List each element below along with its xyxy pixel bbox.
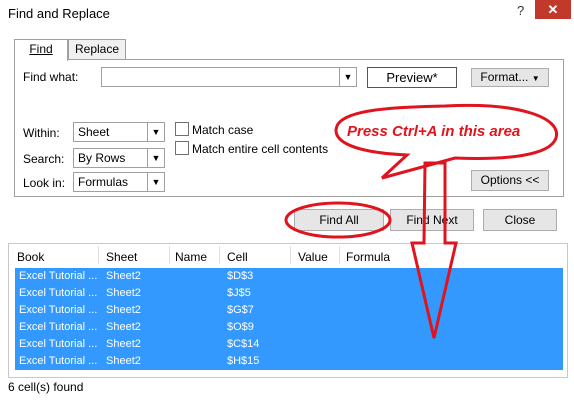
preview-box: Preview* [367,67,457,88]
column-divider [290,246,291,264]
options-button[interactable]: Options << [471,170,549,191]
preview-label: Preview* [386,70,438,85]
close-icon[interactable]: ✕ [535,0,571,19]
find-all-label: Find All [319,213,359,227]
tab-replace[interactable]: Replace [68,39,126,60]
results-list[interactable]: Book Sheet Name Cell Value Formula Excel… [8,243,568,378]
chevron-down-icon[interactable]: ▼ [339,68,356,86]
cell-book: Excel Tutorial ... [19,270,98,282]
format-button[interactable]: Format... ▼ [471,68,549,87]
column-header-cell[interactable]: Cell [227,250,248,264]
cell-book: Excel Tutorial ... [19,338,98,350]
table-row[interactable]: Excel Tutorial ... Sheet2 $C$14 [15,336,563,353]
lookin-value: Formulas [78,175,129,189]
close-label: Close [504,213,536,227]
table-row[interactable]: Excel Tutorial ... Sheet2 $J$5 [15,285,563,302]
table-row[interactable]: Excel Tutorial ... Sheet2 $D$3 [15,268,563,285]
close-button[interactable]: Close [483,209,557,231]
chevron-down-icon[interactable]: ▼ [147,149,164,167]
chevron-down-icon[interactable]: ▼ [147,123,164,141]
find-all-button[interactable]: Find All [294,209,384,231]
status-text: 6 cell(s) found [8,380,84,394]
cell-sheet: Sheet2 [106,321,141,333]
cell-address: $H$15 [227,355,260,367]
lookin-select[interactable]: Formulas ▼ [73,172,165,192]
within-select[interactable]: Sheet ▼ [73,122,165,142]
column-divider [219,246,220,264]
match-entire-checkbox[interactable] [175,141,189,155]
title-bar: Find and Replace ? ✕ [0,0,574,28]
column-divider [339,246,340,264]
find-what-label: Find what: [23,70,79,84]
cell-sheet: Sheet2 [106,270,141,282]
format-label: Format... [480,70,529,84]
find-replace-dialog: Find and Replace ? ✕ Find Replace Find w… [0,0,574,406]
cell-address: $O$9 [227,321,254,333]
table-row[interactable]: Excel Tutorial ... Sheet2 $G$7 [15,302,563,319]
search-select[interactable]: By Rows ▼ [73,148,165,168]
tab-replace-label: Replace [74,42,120,56]
find-panel: Find what: ▼ Preview* Format... ▼ Within… [14,59,564,197]
find-next-button[interactable]: Find Next [390,209,474,231]
lookin-label: Look in: [23,176,66,190]
cell-sheet: Sheet2 [106,338,141,350]
column-header-sheet[interactable]: Sheet [106,250,137,264]
column-divider [169,246,170,264]
cell-book: Excel Tutorial ... [19,355,98,367]
column-header-book[interactable]: Book [17,250,44,264]
cell-address: $D$3 [227,270,254,282]
cell-sheet: Sheet2 [106,355,141,367]
column-divider [98,246,99,264]
cell-address: $J$5 [227,287,251,299]
search-label: Search: [23,152,65,166]
column-header-formula[interactable]: Formula [346,250,390,264]
tab-find-label: Find [29,42,53,56]
table-row[interactable]: Excel Tutorial ... Sheet2 $H$15 [15,353,563,370]
tab-find[interactable]: Find [14,39,68,61]
options-label: Options << [480,173,540,187]
find-next-label: Find Next [406,213,458,227]
cell-sheet: Sheet2 [106,304,141,316]
match-entire-label: Match entire cell contents [192,142,329,156]
search-value: By Rows [78,151,126,165]
match-case-label: Match case [192,123,254,137]
cell-address: $G$7 [227,304,254,316]
chevron-down-icon[interactable]: ▼ [147,173,164,191]
cell-book: Excel Tutorial ... [19,304,98,316]
window-title: Find and Replace [8,6,110,21]
match-case-checkbox[interactable] [175,122,189,136]
column-header-name[interactable]: Name [175,250,207,264]
within-value: Sheet [78,125,110,139]
column-header-value[interactable]: Value [298,250,328,264]
within-label: Within: [23,126,60,140]
help-icon[interactable]: ? [517,3,524,18]
cell-book: Excel Tutorial ... [19,321,98,333]
cell-sheet: Sheet2 [106,287,141,299]
find-what-input[interactable]: ▼ [101,67,357,87]
cell-book: Excel Tutorial ... [19,287,98,299]
cell-address: $C$14 [227,338,260,350]
chevron-down-icon: ▼ [531,74,540,83]
table-row[interactable]: Excel Tutorial ... Sheet2 $O$9 [15,319,563,336]
